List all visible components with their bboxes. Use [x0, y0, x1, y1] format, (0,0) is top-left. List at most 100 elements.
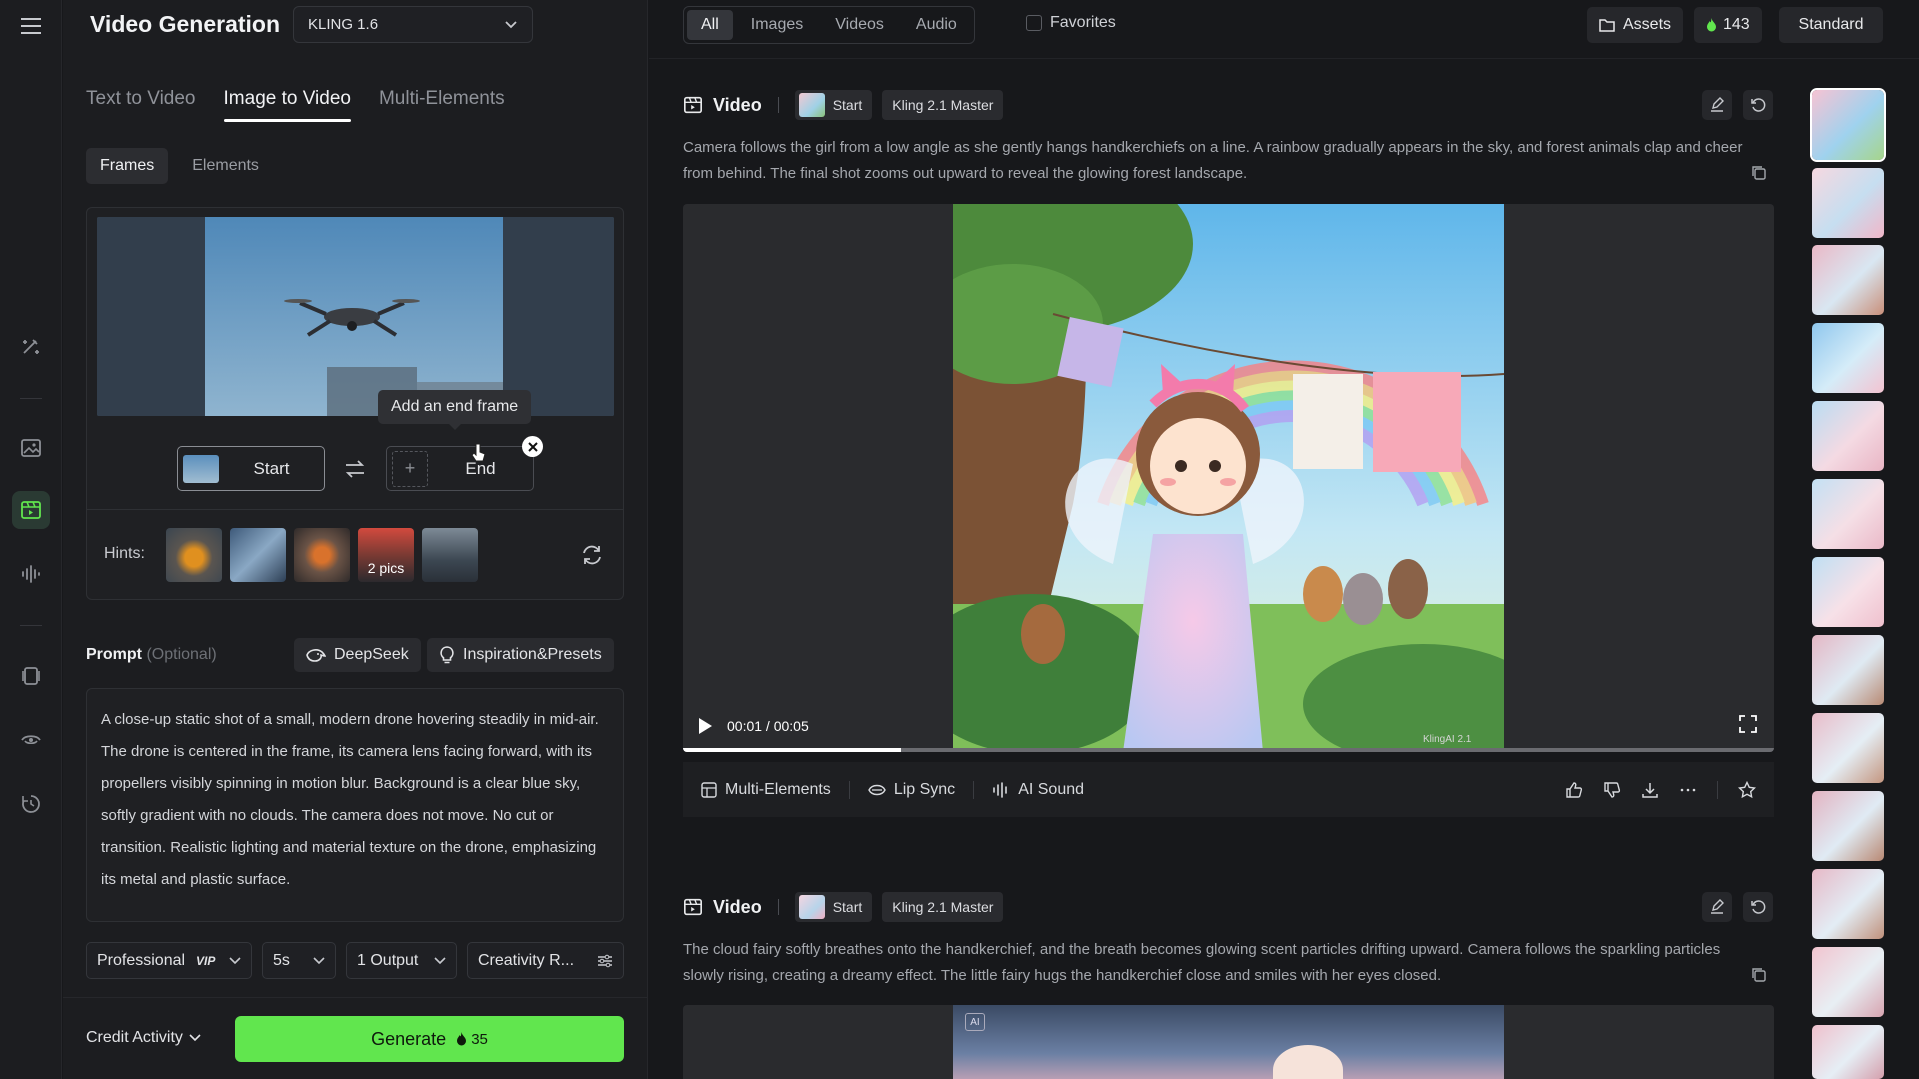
history-thumbnail[interactable] — [1812, 168, 1884, 238]
menu-icon[interactable] — [12, 7, 50, 45]
left-rail — [0, 0, 62, 1079]
favorites-checkbox[interactable] — [1026, 15, 1042, 31]
history-thumbnail[interactable] — [1812, 869, 1884, 939]
start-frame-badge[interactable]: Start — [794, 90, 873, 120]
start-frame-badge[interactable]: Start — [794, 892, 873, 922]
hint-thumbnail[interactable] — [294, 528, 350, 582]
thumbs-down-icon[interactable] — [1603, 781, 1621, 799]
video-icon — [684, 898, 702, 916]
generate-button[interactable]: Generate 35 — [235, 1016, 624, 1062]
history-thumbnail[interactable] — [1810, 88, 1886, 162]
lightbulb-icon — [440, 646, 454, 664]
star-icon[interactable] — [1738, 780, 1756, 799]
start-badge-label: Start — [832, 899, 863, 915]
prompt-label: Prompt (Optional) — [86, 646, 217, 664]
flame-icon — [457, 1032, 467, 1046]
tab-multi-elements[interactable]: Multi-Elements — [379, 88, 505, 122]
edit-icon[interactable] — [1702, 90, 1732, 120]
plus-icon: + — [392, 450, 428, 487]
favorites-toggle[interactable]: Favorites — [1026, 14, 1116, 32]
chevron-down-icon — [313, 956, 325, 964]
history-thumbnail[interactable] — [1812, 947, 1884, 1017]
creativity-value: Creativity R... — [478, 951, 575, 969]
audio-wave-icon[interactable] — [12, 555, 50, 593]
video-card-header: Video Start Kling 2.1 Master — [683, 90, 1004, 120]
regenerate-icon[interactable] — [1743, 892, 1773, 922]
hint-thumbnail[interactable] — [166, 528, 222, 582]
hint-thumbnail-2-pics[interactable]: 2 pics — [358, 528, 414, 582]
image-icon[interactable] — [12, 429, 50, 467]
ai-sound-action[interactable]: AI Sound — [992, 781, 1084, 799]
output-count-value: 1 Output — [357, 951, 419, 969]
plan-button[interactable]: Standard — [1779, 7, 1883, 43]
sparkle-edit-icon[interactable] — [12, 328, 50, 366]
ai-sound-label: AI Sound — [1018, 780, 1085, 798]
tab-text-to-video[interactable]: Text to Video — [86, 88, 196, 122]
creativity-settings-button[interactable]: Creativity R... — [467, 942, 624, 979]
copy-icon[interactable] — [1751, 165, 1767, 181]
regenerate-icon[interactable] — [1743, 90, 1773, 120]
filter-audio[interactable]: Audio — [902, 10, 971, 40]
model-badge: Kling 2.1 Master — [882, 90, 1004, 120]
history-thumbnail[interactable] — [1812, 323, 1884, 393]
ai-tag: AI — [965, 1013, 985, 1031]
start-frame-button[interactable]: Start — [177, 446, 325, 491]
history-thumbnail[interactable] — [1812, 401, 1884, 471]
history-thumbnail[interactable] — [1812, 713, 1884, 783]
credit-activity-button[interactable]: Credit Activity — [86, 1029, 201, 1047]
thumbs-up-icon[interactable] — [1565, 781, 1583, 799]
history-thumbnail[interactable] — [1812, 557, 1884, 627]
video-description: Camera follows the girl from a low angle… — [683, 139, 1743, 182]
video-player[interactable]: KlingAI 2.1 00:01 / 00:05 — [683, 204, 1774, 752]
multi-elements-action[interactable]: Multi-Elements — [701, 781, 831, 799]
model-select[interactable]: KLING 1.6 — [293, 6, 533, 43]
history-thumbnail[interactable] — [1812, 791, 1884, 861]
history-thumbnail[interactable] — [1812, 479, 1884, 549]
subtab-frames[interactable]: Frames — [86, 148, 169, 184]
filter-videos[interactable]: Videos — [821, 10, 898, 40]
audio-wave-icon — [993, 781, 1007, 798]
video-icon[interactable] — [12, 491, 50, 529]
output-count-select[interactable]: 1 Output — [346, 942, 457, 979]
filter-all[interactable]: All — [687, 10, 733, 40]
duration-select[interactable]: 5s — [262, 942, 336, 979]
more-icon[interactable] — [1679, 781, 1697, 799]
video-progress-bar[interactable] — [683, 748, 1774, 752]
credits-balance[interactable]: 143 — [1694, 7, 1762, 43]
flame-icon — [1707, 18, 1716, 32]
refresh-icon[interactable] — [580, 544, 604, 566]
copy-icon[interactable] — [1751, 967, 1767, 983]
edit-icon[interactable] — [1702, 892, 1732, 922]
frame-preview[interactable] — [97, 217, 614, 416]
generate-label: Generate — [371, 1028, 447, 1049]
video-player[interactable]: AI — [683, 1005, 1774, 1079]
history-icon[interactable] — [12, 785, 50, 823]
prompt-input[interactable]: A close-up static shot of a small, moder… — [86, 688, 624, 922]
download-icon[interactable] — [1641, 781, 1659, 799]
filter-images[interactable]: Images — [737, 10, 817, 40]
swap-frames-icon[interactable] — [344, 459, 366, 479]
end-frame-button[interactable]: + End — [386, 446, 534, 491]
history-thumbnail[interactable] — [1812, 1025, 1884, 1079]
fullscreen-icon[interactable] — [1738, 714, 1758, 734]
model-select-value: KLING 1.6 — [308, 16, 379, 33]
play-icon[interactable] — [697, 717, 713, 735]
hint-thumbnail[interactable] — [422, 528, 478, 582]
canvas-icon[interactable] — [12, 657, 50, 695]
close-icon[interactable] — [522, 436, 543, 457]
inspiration-presets-button[interactable]: Inspiration&Presets — [427, 638, 614, 672]
quality-select[interactable]: Professional VIP — [86, 942, 252, 979]
eye-icon[interactable] — [12, 721, 50, 759]
hints-label: Hints: — [104, 545, 145, 562]
history-thumbnail[interactable] — [1812, 245, 1884, 315]
deepseek-button[interactable]: DeepSeek — [294, 638, 421, 672]
favorites-label: Favorites — [1050, 14, 1116, 31]
tab-image-to-video[interactable]: Image to Video — [223, 88, 352, 122]
video-frame — [953, 204, 1504, 752]
cursor-pointer-icon — [471, 443, 487, 463]
subtab-elements[interactable]: Elements — [178, 148, 273, 184]
lip-sync-action[interactable]: Lip Sync — [868, 781, 955, 799]
hint-thumbnail[interactable] — [230, 528, 286, 582]
history-thumbnail[interactable] — [1812, 635, 1884, 705]
assets-button[interactable]: Assets — [1587, 7, 1684, 43]
